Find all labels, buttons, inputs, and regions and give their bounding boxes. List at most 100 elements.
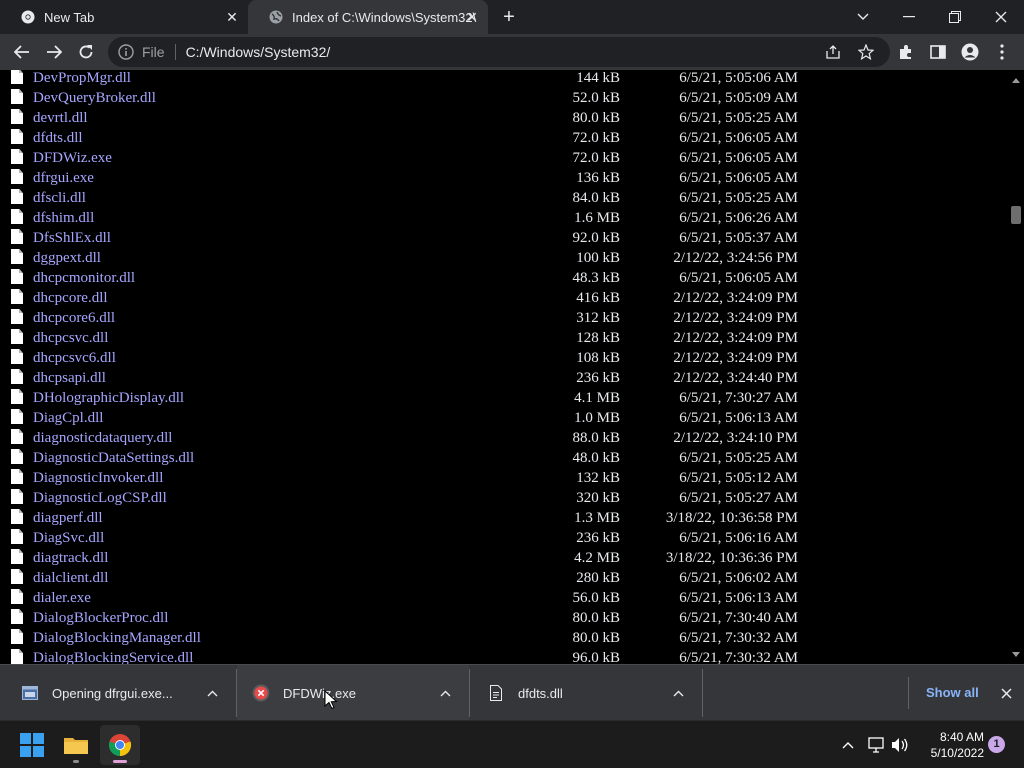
file-link[interactable]: DfsShlEx.dll <box>33 230 111 246</box>
download-item[interactable]: DFDWiz.exe <box>237 665 469 721</box>
network-icon[interactable] <box>866 735 886 755</box>
file-link[interactable]: dhcpsapi.dll <box>33 370 106 386</box>
notification-badge[interactable]: 1 <box>988 736 1005 753</box>
bookmark-star-icon[interactable] <box>858 44 874 60</box>
tab-search-chevron-icon[interactable] <box>840 0 886 34</box>
minimize-button[interactable] <box>886 0 932 34</box>
file-link[interactable]: dfdts.dll <box>33 130 83 146</box>
chevron-up-icon[interactable] <box>437 685 453 701</box>
file-date-cell: 2/12/22, 3:24:40 PM <box>673 369 798 386</box>
table-row: diagtrack.dll 4.2 MB 3/18/22, 10:36:36 PM <box>8 548 798 568</box>
file-date-cell: 6/5/21, 5:06:13 AM <box>679 589 798 606</box>
share-icon[interactable] <box>825 44 841 60</box>
tab-new-tab[interactable]: New Tab ✕ <box>0 0 248 34</box>
file-link[interactable]: dhcpcsvc6.dll <box>33 350 116 366</box>
chevron-up-icon[interactable] <box>838 735 858 755</box>
file-size-cell: 144 kB <box>576 70 620 86</box>
tab-strip: New Tab ✕ Index of C:\Windows\System32\ … <box>0 0 1024 34</box>
file-link[interactable]: dialer.exe <box>33 590 91 606</box>
tab-title: New Tab <box>44 9 95 25</box>
file-link[interactable]: dhcpcore.dll <box>33 290 108 306</box>
close-tab-icon[interactable]: ✕ <box>224 9 240 25</box>
file-name-cell: DHolographicDisplay.dll <box>8 388 558 408</box>
url-text[interactable]: C:/Windows/System32/ <box>186 44 331 60</box>
extensions-icon[interactable] <box>892 38 920 66</box>
side-panel-icon[interactable] <box>924 38 952 66</box>
vertical-scrollbar[interactable] <box>1008 70 1024 664</box>
close-shelf-icon[interactable] <box>996 683 1016 703</box>
file-link[interactable]: DiagnosticDataSettings.dll <box>33 450 194 466</box>
system-clock[interactable]: 8:40 AM 5/10/2022 <box>914 729 984 761</box>
info-icon[interactable] <box>118 44 134 60</box>
file-name-cell: DialogBlockingManager.dll <box>8 628 558 648</box>
file-link[interactable]: DiagnosticLogCSP.dll <box>33 490 167 506</box>
file-link[interactable]: diagperf.dll <box>33 510 103 526</box>
show-all-button[interactable]: Show all <box>916 683 989 702</box>
chrome-icon <box>20 9 36 25</box>
new-tab-button[interactable]: + <box>498 6 520 28</box>
chrome-icon[interactable] <box>100 725 140 765</box>
back-button[interactable] <box>8 38 36 66</box>
file-size-cell: 1.3 MB <box>574 509 620 526</box>
file-icon <box>11 489 23 504</box>
file-icon <box>11 569 23 584</box>
close-window-button[interactable] <box>978 0 1024 34</box>
file-icon <box>11 169 23 184</box>
globe-icon <box>268 9 284 25</box>
file-link[interactable]: DiagnosticInvoker.dll <box>33 470 163 486</box>
download-shelf: Opening dfrgui.exe... DFDWiz.exe dfdts.d… <box>0 664 1024 721</box>
file-size-cell: 88.0 kB <box>572 429 620 446</box>
download-item[interactable]: Opening dfrgui.exe... <box>0 665 236 721</box>
file-link[interactable]: dggpext.dll <box>33 250 101 266</box>
file-date-cell: 6/5/21, 7:30:40 AM <box>679 609 798 626</box>
file-link[interactable]: DialogBlockingManager.dll <box>33 630 201 646</box>
file-icon <box>11 549 23 564</box>
forward-button[interactable] <box>40 38 68 66</box>
file-link[interactable]: DialogBlockingService.dll <box>33 650 193 664</box>
file-icon <box>11 609 23 624</box>
table-row: dialclient.dll 280 kB 6/5/21, 5:06:02 AM <box>8 568 798 588</box>
file-name-cell: diagnosticdataquery.dll <box>8 428 558 448</box>
profile-avatar-icon[interactable] <box>956 38 984 66</box>
file-link[interactable]: dfshim.dll <box>33 210 94 226</box>
restore-button[interactable] <box>932 0 978 34</box>
file-explorer-icon[interactable] <box>56 725 96 765</box>
volume-icon[interactable] <box>890 735 910 755</box>
file-link[interactable]: dfrgui.exe <box>33 170 94 186</box>
file-link[interactable]: DiagSvc.dll <box>33 530 104 546</box>
file-link[interactable]: diagnosticdataquery.dll <box>33 430 172 446</box>
file-link[interactable]: DevPropMgr.dll <box>33 70 131 86</box>
file-link[interactable]: DevQueryBroker.dll <box>33 90 156 106</box>
download-item[interactable]: dfdts.dll <box>470 665 702 721</box>
file-icon <box>486 683 506 703</box>
file-link[interactable]: dhcpcmonitor.dll <box>33 270 135 286</box>
file-date-cell: 6/5/21, 5:06:16 AM <box>679 529 798 546</box>
file-icon <box>11 269 23 284</box>
chevron-up-icon[interactable] <box>670 685 686 701</box>
reload-button[interactable] <box>72 38 100 66</box>
close-tab-icon[interactable]: ✕ <box>464 9 480 25</box>
file-link[interactable]: diagtrack.dll <box>33 550 108 566</box>
file-link[interactable]: dialclient.dll <box>33 570 108 586</box>
file-link[interactable]: devrtl.dll <box>33 110 88 126</box>
file-link[interactable]: DialogBlockerProc.dll <box>33 610 168 626</box>
menu-kebab-icon[interactable] <box>988 38 1016 66</box>
table-row: DialogBlockingService.dll 96.0 kB 6/5/21, … <box>8 648 798 664</box>
file-name-cell: dfdts.dll <box>8 128 558 148</box>
table-row: DevQueryBroker.dll 52.0 kB 6/5/21, 5:05:09… <box>8 88 798 108</box>
file-link[interactable]: dfscli.dll <box>33 190 86 206</box>
address-bar[interactable]: File C:/Windows/System32/ <box>108 37 890 67</box>
scroll-down-arrow-icon[interactable] <box>1008 646 1024 662</box>
file-link[interactable]: dhcpcore6.dll <box>33 310 115 326</box>
file-size-cell: 96.0 kB <box>572 649 620 665</box>
scroll-up-arrow-icon[interactable] <box>1008 72 1024 88</box>
chevron-up-icon[interactable] <box>204 685 220 701</box>
file-link[interactable]: dhcpcsvc.dll <box>33 330 108 346</box>
file-link[interactable]: DFDWiz.exe <box>33 150 112 166</box>
tab-index-system32[interactable]: Index of C:\Windows\System32\ ✕ <box>248 0 488 34</box>
file-date-cell: 6/5/21, 7:30:32 AM <box>679 629 798 646</box>
scrollbar-thumb[interactable] <box>1011 206 1021 224</box>
start-icon[interactable] <box>12 725 52 765</box>
file-link[interactable]: DiagCpl.dll <box>33 410 103 426</box>
file-link[interactable]: DHolographicDisplay.dll <box>33 390 184 406</box>
